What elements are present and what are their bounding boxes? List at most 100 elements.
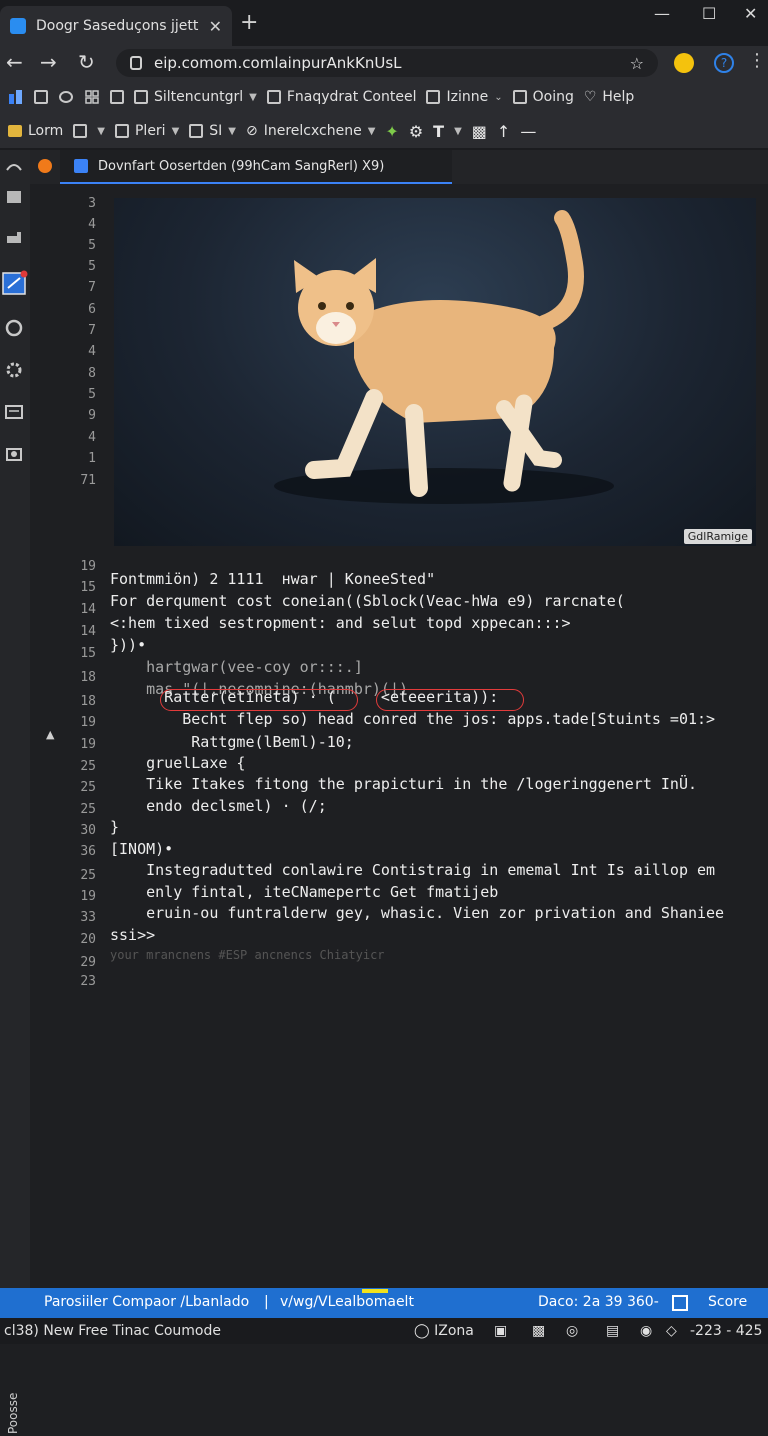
ring-tray-icon[interactable]: ◎ xyxy=(566,1323,578,1339)
file-icon[interactable] xyxy=(34,90,48,104)
code-line[interactable]: ssi>> xyxy=(110,926,768,944)
chevron-down-icon: ▼ xyxy=(171,125,180,137)
toolbar-item-inerelcxchene[interactable]: ⊘ Inerelcxchene ▼ xyxy=(246,123,375,139)
code-line[interactable]: enly fintal, iteCNamepertc Get fmatijeb xyxy=(110,883,768,901)
extension-yellow-icon[interactable] xyxy=(674,53,694,73)
line-number: 23 xyxy=(80,974,96,989)
folder-open-icon[interactable] xyxy=(73,124,88,138)
new-tab-button[interactable]: + xyxy=(240,10,258,35)
code-line[interactable]: Instegradutted conlawire Contistraig in … xyxy=(110,861,768,879)
pinned-dot-icon xyxy=(38,159,52,173)
reload-icon[interactable]: ↻ xyxy=(78,50,95,74)
diamond-tray-icon[interactable]: ◇ xyxy=(666,1323,677,1339)
puzzle-icon[interactable]: ✦ xyxy=(385,122,398,141)
title-bar: Doogr Saseduçons jjett ✕ + — ☐ ✕ xyxy=(0,0,768,46)
taskbar-right: -223 - 425 xyxy=(690,1323,763,1339)
code-line[interactable]: gruelLaxe { xyxy=(110,754,768,772)
disc-tray-icon[interactable]: ◉ xyxy=(640,1323,652,1339)
gear-icon[interactable]: ⚙ xyxy=(409,122,423,141)
grid-tray-icon[interactable]: ▩ xyxy=(532,1323,545,1339)
fold-arrow-icon[interactable]: ▲ xyxy=(46,728,54,741)
code-line[interactable]: [INOM)• xyxy=(110,840,768,858)
status-score[interactable]: Score xyxy=(708,1294,747,1310)
status-middle[interactable]: v/wg/VLealbomaelt xyxy=(280,1294,414,1310)
code-line[interactable]: Rattgme(lBeml)-10; xyxy=(110,733,768,751)
line-number: 30 xyxy=(80,823,96,838)
package-icon[interactable] xyxy=(4,186,24,206)
address-bar[interactable]: eip.comom.comlainpurAnkKnUsL ☆ xyxy=(116,49,658,77)
tab-favicon-icon xyxy=(10,18,26,34)
line-number: 19 xyxy=(80,737,96,752)
toolbar-item-lorm[interactable]: Lorm xyxy=(8,123,63,139)
line-number: 7 xyxy=(88,280,96,295)
chevron-down-icon: ▼ xyxy=(228,125,236,137)
code-line[interactable]: hartgwar(vee-coy or:::.] xyxy=(110,658,768,676)
status-left[interactable]: Parosiiler Compaor /Lbanlado xyxy=(44,1294,249,1310)
toolbar-item-si[interactable]: SI ▼ xyxy=(189,123,236,139)
line-number: 15 xyxy=(80,646,96,661)
code-line[interactable]: For derqument cost coneian((Sblock(Veac-… xyxy=(110,592,768,610)
camera-tray-icon[interactable]: ▣ xyxy=(494,1323,507,1339)
chat-icon[interactable] xyxy=(58,89,74,105)
code-line[interactable]: Tike Itakes fitong the prapicturi in the… xyxy=(110,775,768,793)
menu-item-help[interactable]: ♡ Help xyxy=(584,89,634,105)
code-line[interactable]: endo declsmel) · (/; xyxy=(110,797,768,815)
menu-label: Help xyxy=(602,89,635,105)
window-icon[interactable] xyxy=(110,90,124,104)
code-line[interactable]: } xyxy=(110,818,768,836)
code-line[interactable]: }))• xyxy=(110,636,768,654)
zona-label: IZona xyxy=(434,1323,474,1339)
text-icon[interactable]: T xyxy=(433,122,444,141)
line-number: 6 xyxy=(88,302,96,317)
bookmark-star-icon[interactable]: ☆ xyxy=(630,54,644,73)
close-window-button[interactable]: ✕ xyxy=(744,4,757,23)
code-line[interactable]: eruin-ou funtralderw gey, whasic. Vien z… xyxy=(110,904,768,922)
back-arrow-icon[interactable]: ← xyxy=(6,50,23,74)
browser-tab[interactable]: Doogr Saseduçons jjett ✕ xyxy=(0,6,232,46)
chevron-down-icon[interactable]: ▼ xyxy=(97,126,105,137)
editor-tab[interactable]: Dovnfart Oosertden (99hCam SangRerl) X9) xyxy=(60,150,452,184)
address-row: ← → ↻ eip.comom.comlainpurAnkKnUsL ☆ ? ⋮ xyxy=(0,46,768,80)
settings-gear-icon[interactable] xyxy=(4,360,24,380)
status-position[interactable]: Daco: 2a 39 360- xyxy=(538,1294,659,1310)
status-box-icon[interactable] xyxy=(672,1295,688,1311)
minimize-button[interactable]: — xyxy=(654,4,670,23)
line-number: 1 xyxy=(88,451,96,466)
terminal-icon[interactable] xyxy=(4,402,24,422)
browser-menu-icon[interactable]: ⋮ xyxy=(748,50,766,71)
upload-arrow-icon[interactable]: ↑ xyxy=(497,122,510,141)
maximize-button[interactable]: ☐ xyxy=(702,4,716,23)
robot-icon[interactable]: ▩ xyxy=(472,122,487,141)
code-line[interactable]: Fontmmiön) 2 1111 нwar | KoneeSted" xyxy=(110,570,768,588)
taskbar-left: cl38) New Free Tinac Coumode xyxy=(4,1323,221,1339)
line-number: 25 xyxy=(80,868,96,883)
chevron-down-icon[interactable]: ▼ xyxy=(454,126,462,137)
chevron-down-icon: ▼ xyxy=(367,125,376,137)
menu-item-siltencuntgrl[interactable]: Siltencuntgrl ▼ xyxy=(134,89,257,105)
menu-label: Fnaqydrat Conteel xyxy=(286,89,417,105)
menu-item-ooing[interactable]: Ooing xyxy=(512,89,574,105)
code-line[interactable]: <:hem tixed sestropment: and selut topd … xyxy=(110,614,768,632)
window-tray-icon[interactable]: ▤ xyxy=(606,1323,619,1339)
minus-icon[interactable]: — xyxy=(520,122,536,141)
code-line[interactable]: Becht flep so) head conred the jos: apps… xyxy=(110,710,768,728)
code-line[interactable]: your mrancnens #ESP ancnencs Chiatyicr xyxy=(110,948,768,962)
menu-label: Siltencuntgrl xyxy=(154,89,244,105)
forward-arrow-icon[interactable]: → xyxy=(40,50,57,74)
line-number: 25 xyxy=(80,802,96,817)
active-panel-icon[interactable] xyxy=(2,270,28,296)
zona-item[interactable]: ◯ IZona xyxy=(414,1323,474,1339)
no-entry-icon: ⊘ xyxy=(246,123,258,139)
animal-icon[interactable] xyxy=(4,228,24,248)
circle-icon[interactable] xyxy=(4,318,24,338)
camera-icon[interactable] xyxy=(4,444,24,464)
toolbar-item-pleri[interactable]: Pleri ▼ xyxy=(114,123,180,139)
collapse-icon[interactable] xyxy=(4,158,24,178)
menu-item-izinne[interactable]: Izinne ⌄ xyxy=(426,89,503,105)
close-tab-icon[interactable]: ✕ xyxy=(209,17,222,36)
menu-item-fnaqydrat[interactable]: Fnaqydrat Conteel xyxy=(266,89,417,105)
line-number: 33 xyxy=(80,910,96,925)
line-number: 8 xyxy=(88,366,96,381)
extension-blue-icon[interactable]: ? xyxy=(714,53,734,73)
grid-icon[interactable] xyxy=(84,89,100,105)
